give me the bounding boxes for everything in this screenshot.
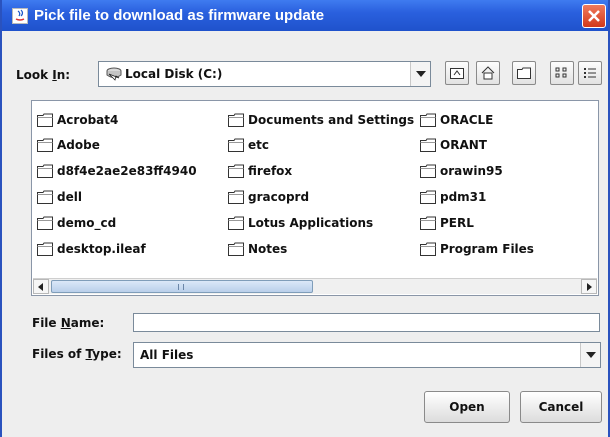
folder-icon — [420, 216, 436, 233]
file-name-label: File Name: — [32, 316, 105, 330]
folder-icon — [37, 242, 53, 259]
close-button[interactable] — [582, 4, 606, 28]
dialog-title: Pick file to download as firmware update — [34, 7, 325, 24]
close-icon — [588, 10, 600, 22]
up-folder-icon — [450, 68, 464, 79]
home-icon — [481, 66, 495, 80]
folder-icon — [228, 242, 244, 259]
look-in-dropdown-arrow[interactable] — [410, 62, 430, 86]
title-bar[interactable]: Pick file to download as firmware update — [2, 0, 608, 31]
folder-icon — [228, 216, 244, 233]
details-view-button[interactable] — [578, 61, 602, 85]
folder-icon — [228, 138, 244, 155]
folder-icon — [420, 164, 436, 181]
folder-icon — [228, 190, 244, 207]
look-in-label: Look In: — [16, 68, 71, 82]
hard-disk-icon — [105, 66, 123, 85]
folder-icon — [37, 164, 53, 181]
folder-icon — [228, 113, 244, 130]
new-folder-icon — [517, 67, 531, 79]
scrollbar-thumb[interactable] — [51, 280, 313, 293]
file-chooser-dialog: Pick file to download as firmware update… — [0, 0, 610, 437]
folder-icon — [37, 138, 53, 155]
horizontal-scrollbar[interactable] — [33, 278, 597, 294]
list-view-button[interactable] — [550, 61, 574, 85]
files-of-type-dropdown-arrow[interactable] — [580, 343, 600, 367]
scroll-right-button[interactable] — [581, 279, 597, 294]
files-of-type-label: Files of Type: — [32, 347, 122, 361]
folder-icon — [37, 113, 53, 130]
scroll-left-button[interactable] — [33, 279, 49, 294]
list-view-icon — [555, 67, 567, 78]
details-view-icon — [584, 68, 596, 78]
look-in-combo[interactable]: Local Disk (C:) — [98, 61, 431, 87]
thumb-grip — [178, 284, 184, 290]
open-button[interactable]: Open — [424, 391, 510, 423]
files-of-type-combo[interactable]: All Files — [133, 342, 601, 368]
files-of-type-value: All Files — [140, 348, 194, 362]
java-app-icon — [12, 8, 28, 24]
folder-icon — [420, 190, 436, 207]
folder-icon — [37, 190, 53, 207]
folder-icon — [420, 138, 436, 155]
file-name-field[interactable] — [133, 313, 600, 332]
cancel-button[interactable]: Cancel — [520, 391, 602, 423]
folder-icon — [228, 164, 244, 181]
up-one-level-button[interactable] — [445, 61, 469, 85]
new-folder-button[interactable] — [512, 61, 536, 85]
folder-icon — [420, 113, 436, 130]
file-list[interactable]: Acrobat4 Adobe d8f4e2ae2e83ff4940 dell d… — [31, 100, 599, 296]
look-in-value: Local Disk (C:) — [125, 67, 223, 81]
folder-icon — [420, 242, 436, 259]
home-button[interactable] — [476, 61, 500, 85]
folder-icon — [37, 216, 53, 233]
